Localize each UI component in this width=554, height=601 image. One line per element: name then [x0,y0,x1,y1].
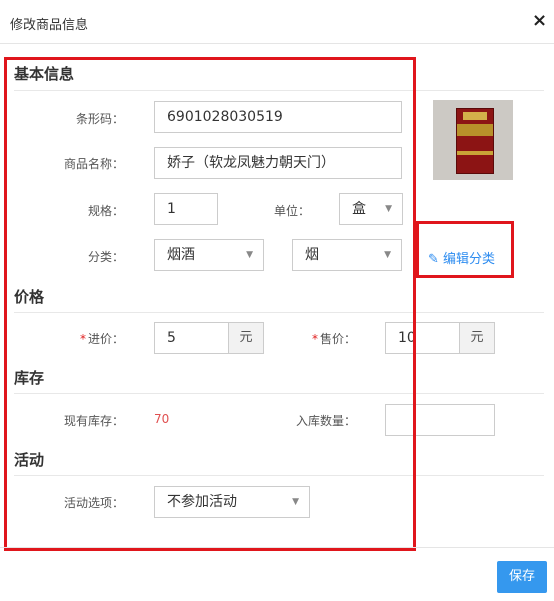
section-activity-title: 活动 [14,451,45,469]
barcode-input[interactable]: 6901028030519 [154,101,402,133]
sale-price-input[interactable]: 10 [385,322,459,354]
chevron-down-icon: ▼ [246,250,253,260]
category-secondary-select[interactable]: 烟 ▼ [292,239,402,271]
spec-input[interactable]: 1 [154,193,218,225]
category-primary-value: 烟酒 [167,247,195,263]
inbound-qty-input[interactable] [385,404,495,436]
section-basic-title: 基本信息 [14,65,75,83]
required-mark: * [79,332,86,346]
header-divider [0,43,554,44]
sale-price-unit: 元 [459,322,495,354]
edit-icon: ✎ [428,252,439,267]
unit-select-value: 盒 [352,201,366,217]
section-price-title: 价格 [14,288,45,306]
chevron-down-icon: ▼ [292,497,299,507]
category-primary-select[interactable]: 烟酒 ▼ [154,239,264,271]
purchase-price-input[interactable]: 5 [154,322,228,354]
product-name-label: 商品名称： [63,157,124,171]
sale-price-label-text: 售价： [319,332,356,346]
barcode-label: 条形码： [75,112,124,126]
unit-label: 单位： [273,204,310,218]
section-divider [14,475,544,476]
section-divider [14,90,544,91]
close-icon[interactable]: × [532,10,547,31]
purchase-price-label: * 进价： [40,330,124,347]
section-stock-title: 库存 [14,369,45,387]
current-stock-value: 70 [154,412,170,426]
activity-option-label: 活动选项： [63,496,124,510]
product-name-input[interactable]: 娇子（软龙凤魅力朝天门） [154,147,402,179]
chevron-down-icon: ▼ [384,250,391,260]
save-button[interactable]: 保存 [497,561,547,593]
inbound-qty-label: 入库数量： [295,414,356,428]
unit-select[interactable]: 盒 ▼ [339,193,403,225]
category-label: 分类： [87,250,124,264]
activity-option-select[interactable]: 不参加活动 ▼ [154,486,310,518]
edit-category-link[interactable]: ✎ 编辑分类 [428,248,495,267]
footer-divider [0,547,554,548]
sale-price-label: * 售价： [280,330,356,347]
cigarette-pack-picture [456,108,494,174]
purchase-price-label-text: 进价： [87,332,124,346]
section-divider [14,312,544,313]
section-divider [14,393,544,394]
category-secondary-value: 烟 [305,247,319,263]
chevron-down-icon: ▼ [385,204,392,214]
activity-option-value: 不参加活动 [167,494,237,510]
product-image [433,100,513,180]
required-mark: * [311,332,318,346]
edit-category-label: 编辑分类 [443,252,496,267]
spec-label: 规格： [87,204,124,218]
current-stock-label: 现有库存： [63,414,124,428]
purchase-price-unit: 元 [228,322,264,354]
dialog-title: 修改商品信息 [10,18,89,33]
